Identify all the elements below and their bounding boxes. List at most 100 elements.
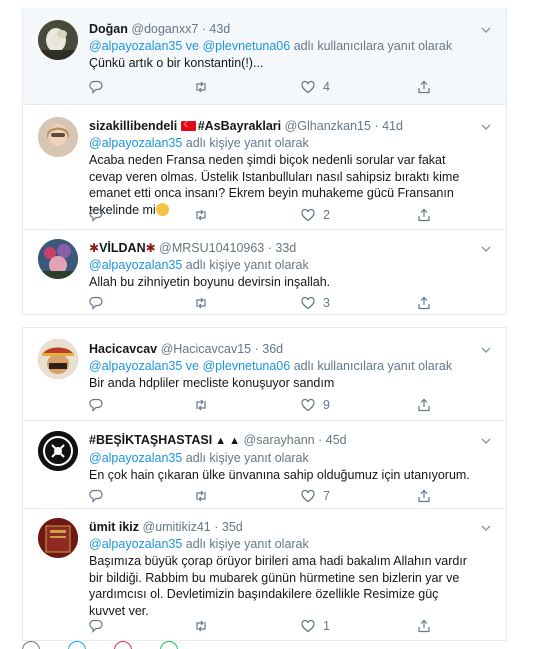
avatar[interactable] [38,431,78,471]
like-button[interactable]: 1 [301,617,330,635]
share-button[interactable] [417,487,431,505]
timestamp[interactable]: · 36d [255,342,284,356]
mentioned-users-link[interactable]: @alpayozalan35 [89,451,182,465]
share-button[interactable] [417,206,431,224]
user-handle[interactable]: @Hacicavcav15 [161,342,252,356]
share-button[interactable] [417,78,431,96]
reply-button[interactable] [89,294,103,312]
chevron-down-icon[interactable] [480,522,492,534]
tweet-actions: 7 [89,487,478,505]
reply-thread-bottom: Hacicavcav @Hacicavcav15 · 36d @alpayoza… [22,327,507,641]
mentioned-users-link[interactable]: @alpayozalan35 [89,136,182,150]
reply-context: @alpayozalan35 adlı kişiye yanıt olarak [89,258,309,272]
tweet[interactable]: #BEŞİKTAŞHASTASI ▲ ▲ @sarayhann · 45d @a… [23,421,506,509]
retweet-button[interactable] [194,294,208,312]
share-button[interactable] [417,617,431,635]
tweet-actions: 4 [89,78,478,96]
mentioned-users-link[interactable]: @alpayozalan35 [89,537,182,551]
chevron-down-icon[interactable] [480,243,492,255]
retweet-button[interactable] [194,206,208,224]
mentioned-users-link[interactable]: @alpayozalan35 ve @plevnetuna06 [89,39,290,53]
chevron-down-icon[interactable] [480,435,492,447]
reply-button[interactable] [89,617,103,635]
retweet-circle-icon[interactable] [160,641,178,649]
like-button[interactable]: 9 [301,396,330,414]
like-icon [301,208,315,222]
retweet-button[interactable] [194,396,208,414]
tweet[interactable]: ümit ikiz @umitikiz41 · 35d @alpayozalan… [23,509,506,640]
mentioned-users-link[interactable]: @alpayozalan35 ve @plevnetuna06 [89,359,290,373]
reply-context: @alpayozalan35 adlı kişiye yanıt olarak [89,537,309,551]
avatar[interactable] [38,20,78,60]
timestamp[interactable]: · 45d [318,433,347,447]
reply-button[interactable] [89,206,103,224]
avatar[interactable] [38,518,78,558]
tweet-text: Allah bu zihniyetin boyunu devirsin inşa… [89,275,331,289]
reply-button[interactable] [89,396,103,414]
avatar[interactable] [38,339,78,379]
like-button[interactable]: 7 [301,487,330,505]
timestamp[interactable]: · 35d [214,520,243,534]
reply-icon [89,619,103,633]
reply-context: @alpayozalan35 adlı kişiye yanıt olarak [89,451,309,465]
like-icon [301,398,315,412]
tweet-text: Başımıza büyük çorap örüyor birileri ama… [89,554,467,618]
like-icon [301,80,315,94]
user-handle[interactable]: @umitikiz41 [143,520,211,534]
like-circle-icon[interactable] [114,641,132,649]
cropped-action-bar [22,641,222,649]
mountain-icon: ▲ ▲ [212,435,241,447]
share-button[interactable] [417,294,431,312]
tweet-text: Bir anda hdpliler mecliste konuşuyor san… [89,376,335,390]
ladybug-icon: ✱ [145,241,156,255]
reply-circle-icon[interactable] [22,641,40,649]
chevron-down-icon[interactable] [480,344,492,356]
retweet-button[interactable] [194,487,208,505]
mentioned-users-link[interactable]: @alpayozalan35 [89,258,182,272]
user-handle[interactable]: @Glhanzkan15 [285,119,371,133]
timestamp[interactable]: · 33d [268,241,297,255]
share-button[interactable] [417,396,431,414]
tweet[interactable]: ✱VİLDAN✱ @MRSU10410963 · 33d @alpayozala… [23,230,506,315]
tweet[interactable]: sizakillibendeli #AsBayraklari @Glhanzka… [23,105,506,230]
chevron-down-icon[interactable] [480,24,492,36]
reply-icon [89,398,103,412]
like-button[interactable]: 2 [301,206,330,224]
display-name[interactable]: ümit ikiz [89,520,139,534]
timestamp[interactable]: · 43d [202,22,231,36]
user-handle[interactable]: @sarayhann [244,433,315,447]
tweet-actions: 1 [89,617,478,635]
chevron-down-icon[interactable] [480,121,492,133]
tweet[interactable]: Hacicavcav @Hacicavcav15 · 36d @alpayoza… [23,328,506,421]
display-name[interactable]: sizakillibendeli #AsBayraklari [89,119,281,133]
avatar[interactable] [38,117,78,157]
retweet-icon [196,620,206,632]
tweet-actions: 9 [89,396,478,414]
retweet-icon [196,297,206,309]
reply-thread-top: Doğan @doganxx7 · 43d @alpayozalan35 ve … [22,8,507,315]
tweet[interactable]: Doğan @doganxx7 · 43d @alpayozalan35 ve … [23,8,506,105]
user-handle[interactable]: @MRSU10410963 [159,241,264,255]
reply-button[interactable] [89,487,103,505]
display-name[interactable]: #BEŞİKTAŞHASTASI ▲ ▲ [89,433,240,447]
share-icon [418,296,430,310]
display-name[interactable]: Doğan [89,22,128,36]
user-handle[interactable]: @doganxx7 [131,22,198,36]
retweet-icon [196,81,206,93]
display-name[interactable]: ✱VİLDAN✱ [89,241,156,255]
retweet-button[interactable] [194,78,208,96]
like-button[interactable]: 4 [301,78,330,96]
share-circle-icon[interactable] [68,641,86,649]
reply-icon [89,80,103,94]
like-button[interactable]: 3 [301,294,330,312]
like-count: 1 [323,619,330,633]
timestamp[interactable]: · 41d [374,119,403,133]
reply-context: @alpayozalan35 adlı kişiye yanıt olarak [89,136,309,150]
like-icon [301,489,315,503]
avatar[interactable] [38,239,78,279]
retweet-button[interactable] [194,617,208,635]
like-icon [301,296,315,310]
reply-button[interactable] [89,78,103,96]
retweet-icon [196,399,206,411]
display-name[interactable]: Hacicavcav [89,342,157,356]
